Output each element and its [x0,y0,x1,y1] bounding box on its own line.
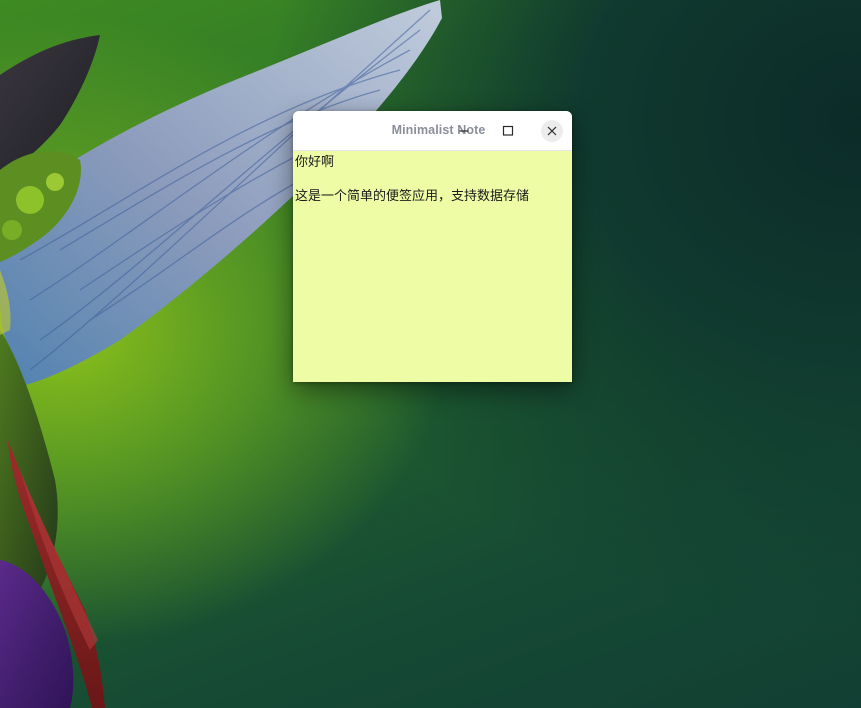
maximize-button[interactable] [497,120,519,142]
window-title: Minimalist Note [391,123,486,137]
close-icon [547,126,557,136]
note-line: 你好啊 [295,155,335,170]
close-button[interactable] [541,120,563,142]
titlebar[interactable]: Minimalist Note [293,111,572,151]
note-window[interactable]: Minimalist Note 你好啊 这是一个简单的便签应用，支持数据存储 [293,111,572,382]
minimize-icon [459,130,469,132]
note-line-blank [295,171,570,188]
maximize-icon [502,125,514,136]
minimize-button[interactable] [453,120,475,142]
note-text-area[interactable]: 你好啊 这是一个简单的便签应用，支持数据存储 [293,151,572,382]
note-line: 这是一个简单的便签应用，支持数据存储 [295,189,530,204]
